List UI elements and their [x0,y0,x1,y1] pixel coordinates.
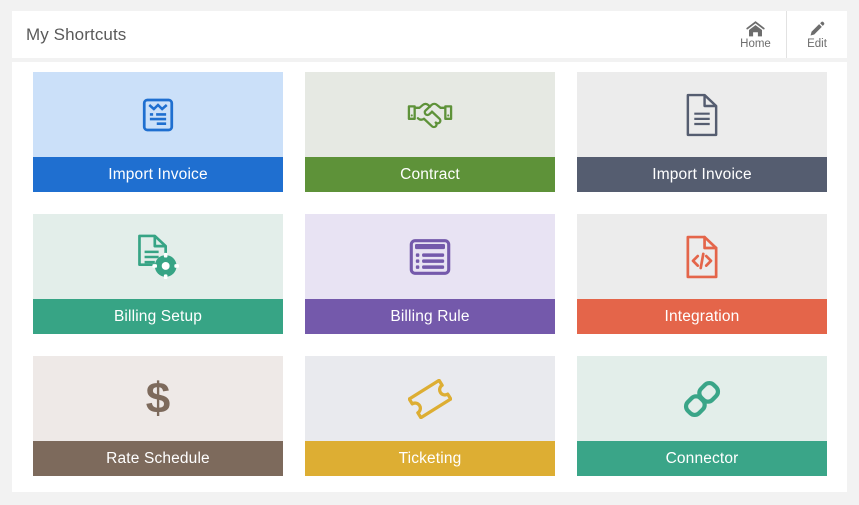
tile-label: Connector [577,441,827,476]
home-button[interactable]: Home [725,11,786,58]
list-table-icon [402,229,458,285]
shortcuts-page: My Shortcuts Home Edit Import Invoice Co… [0,0,859,505]
tile-label: Contract [305,157,555,192]
home-button-label: Home [740,38,771,50]
header-card: My Shortcuts Home Edit [12,11,847,58]
tile-body [577,356,827,441]
file-gear-icon [130,229,186,285]
pencil-icon [809,18,826,37]
tile-body [305,72,555,157]
tile-body: $ [33,356,283,441]
handshake-icon [402,87,458,143]
tile-body [305,214,555,299]
header-actions: Home Edit [725,11,847,58]
shortcut-tile[interactable]: Connector [577,356,827,476]
file-invoice-icon [130,87,186,143]
link-chain-icon [674,371,730,427]
shortcut-tile[interactable]: Integration [577,214,827,334]
tile-label: Rate Schedule [33,441,283,476]
tile-label: Billing Rule [305,299,555,334]
page-title: My Shortcuts [26,24,127,44]
shortcut-tile-grid: Import Invoice Contract Import Invoice B… [12,72,847,476]
home-icon [746,18,765,37]
shortcut-tile[interactable]: Import Invoice [33,72,283,192]
tile-label: Import Invoice [33,157,283,192]
edit-button[interactable]: Edit [786,11,847,58]
shortcut-tile[interactable]: Contract [305,72,555,192]
edit-button-label: Edit [807,38,827,50]
shortcut-tile[interactable]: Billing Setup [33,214,283,334]
shortcut-tile[interactable]: Billing Rule [305,214,555,334]
shortcut-tile[interactable]: Import Invoice [577,72,827,192]
shortcuts-card: Import Invoice Contract Import Invoice B… [12,62,847,492]
tile-label: Import Invoice [577,157,827,192]
dollar-sign-icon: $ [130,371,186,427]
tile-body [305,356,555,441]
tile-body [33,214,283,299]
tile-label: Billing Setup [33,299,283,334]
ticket-icon [402,371,458,427]
shortcut-tile[interactable]: $ Rate Schedule [33,356,283,476]
dollar-glyph: $ [145,373,171,423]
tile-label: Integration [577,299,827,334]
tile-body [33,72,283,157]
tile-body [577,72,827,157]
tile-label: Ticketing [305,441,555,476]
tile-body [577,214,827,299]
shortcut-tile[interactable]: Ticketing [305,356,555,476]
file-lines-icon [674,87,730,143]
file-code-icon [674,229,730,285]
